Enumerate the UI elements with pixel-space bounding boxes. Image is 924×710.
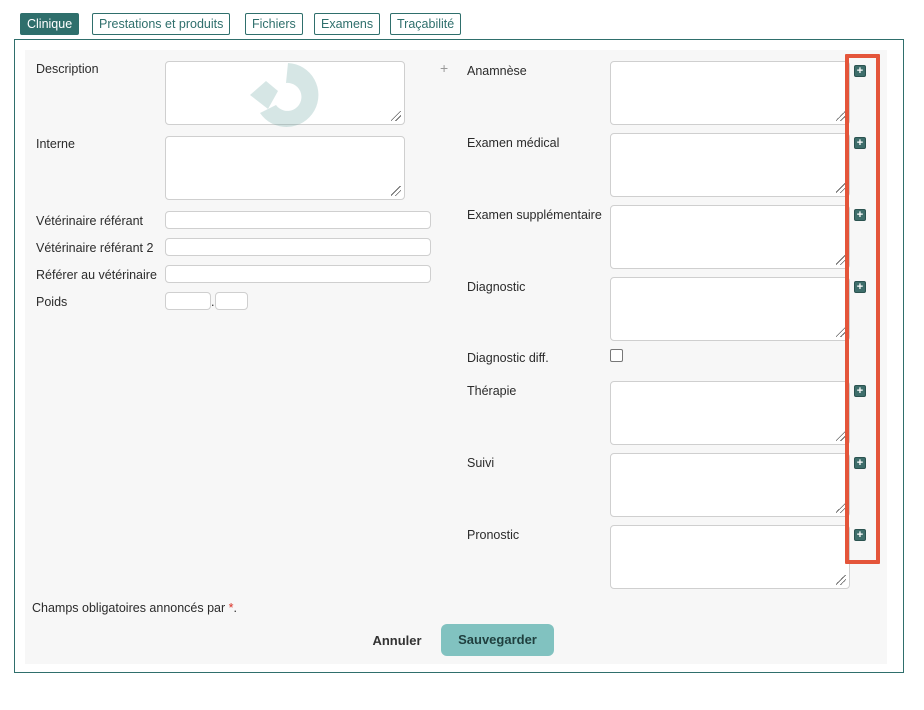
anamnese-textarea[interactable] — [610, 61, 850, 125]
tab-tracabilite[interactable]: Traçabilité — [390, 13, 462, 35]
required-note-text: Champs obligatoires annoncés par — [32, 601, 229, 615]
vet-referant-label: Vétérinaire référant — [36, 214, 144, 228]
referer-veterinaire-label: Référer au vétérinaire — [36, 268, 157, 282]
add-examen-supplementaire-button[interactable]: + — [854, 209, 866, 221]
poids-integer-input[interactable] — [165, 292, 211, 310]
add-examen-medical-button[interactable]: + — [854, 137, 866, 149]
cancel-button[interactable]: Annuler — [363, 629, 431, 653]
anamnese-label: Anamnèse — [467, 64, 527, 78]
examen-supplementaire-label: Examen supplémentaire — [467, 208, 602, 222]
suivi-label: Suivi — [467, 456, 495, 470]
poids-separator: . — [211, 295, 215, 309]
required-fields-note: Champs obligatoires annoncés par *. — [32, 601, 237, 615]
required-note-end: . — [233, 601, 238, 615]
tab-clinique[interactable]: Clinique — [20, 13, 80, 35]
interne-label: Interne — [36, 137, 75, 151]
diagnostic-diff-label: Diagnostic diff. — [467, 351, 549, 365]
tab-prestations-et-produits[interactable]: Prestations et produits — [92, 13, 231, 35]
diagnostic-textarea[interactable] — [610, 277, 850, 341]
logo-watermark-icon — [250, 63, 319, 127]
vet-referant-2-label: Vétérinaire référant 2 — [36, 241, 154, 255]
add-diagnostic-button[interactable]: + — [854, 281, 866, 293]
description-label: Description — [36, 62, 99, 76]
diagnostic-diff-checkbox[interactable] — [610, 349, 623, 362]
add-pronostic-button[interactable]: + — [854, 529, 866, 541]
vet-referant-input[interactable] — [165, 211, 431, 229]
pronostic-label: Pronostic — [467, 528, 520, 542]
pronostic-textarea[interactable] — [610, 525, 850, 589]
suivi-textarea[interactable] — [610, 453, 850, 517]
examen-medical-label: Examen médical — [467, 136, 560, 150]
tab-fichiers[interactable]: Fichiers — [245, 13, 303, 35]
examen-medical-textarea[interactable] — [610, 133, 850, 197]
vet-referant-2-input[interactable] — [165, 238, 431, 256]
add-icon[interactable]: + — [440, 61, 448, 75]
add-suivi-button[interactable]: + — [854, 457, 866, 469]
interne-textarea[interactable] — [165, 136, 405, 200]
add-therapie-button[interactable]: + — [854, 385, 866, 397]
save-button[interactable]: Sauvegarder — [441, 624, 554, 656]
referer-veterinaire-input[interactable] — [165, 265, 431, 283]
examen-supplementaire-textarea[interactable] — [610, 205, 850, 269]
add-anamnese-button[interactable]: + — [854, 65, 866, 77]
tab-examens[interactable]: Examens — [314, 13, 381, 35]
poids-label: Poids — [36, 295, 68, 309]
poids-decimal-input[interactable] — [215, 292, 248, 310]
therapie-label: Thérapie — [467, 384, 517, 398]
diagnostic-label: Diagnostic — [467, 280, 526, 294]
therapie-textarea[interactable] — [610, 381, 850, 445]
